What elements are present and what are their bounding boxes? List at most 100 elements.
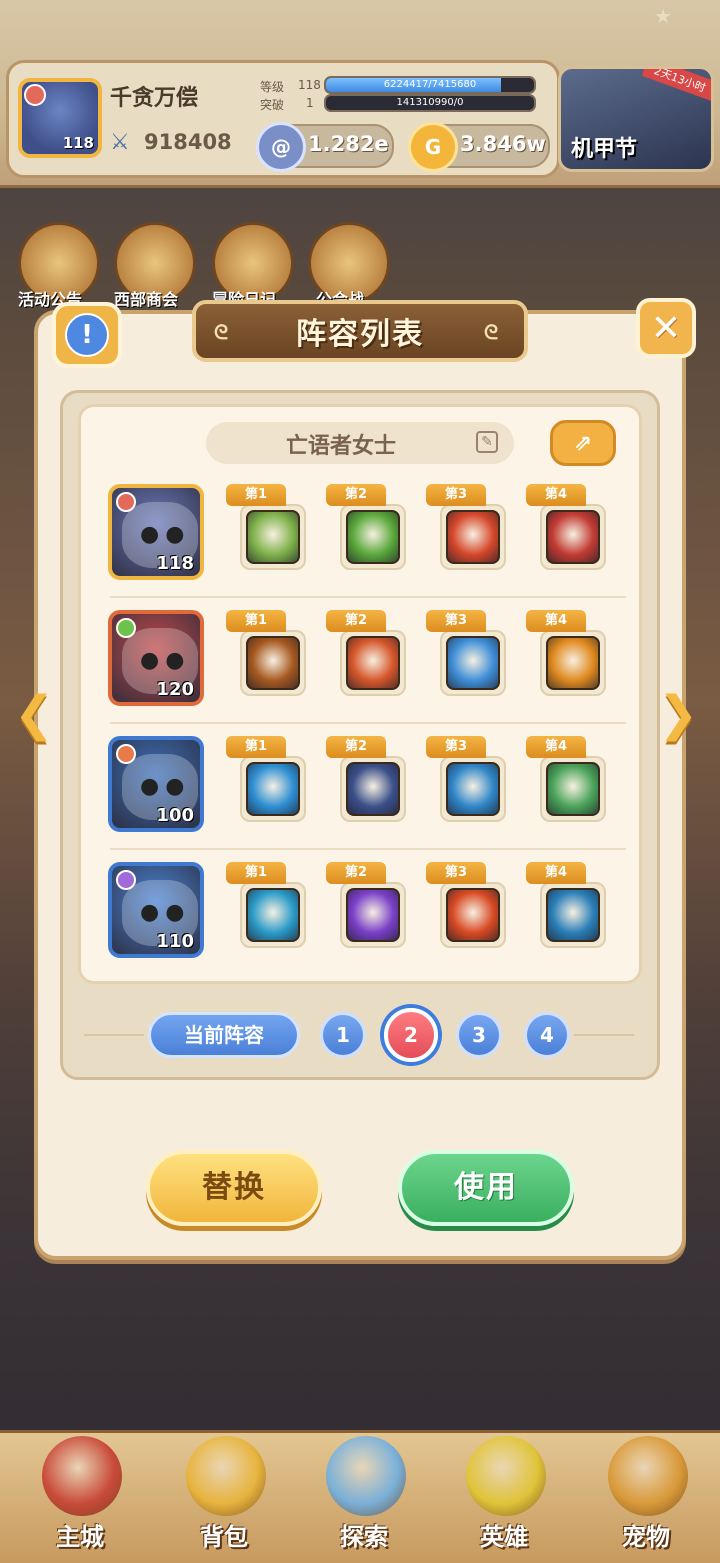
skill-order-tag: 第2 xyxy=(326,484,386,506)
skill-slot[interactable]: 第2 xyxy=(326,610,406,700)
row-divider xyxy=(110,596,626,598)
nav-icon xyxy=(466,1436,546,1516)
hero-portrait[interactable]: ●● 120 xyxy=(108,610,204,706)
nav-item[interactable]: 探索 xyxy=(304,1428,424,1558)
skill-slot[interactable]: 第4 xyxy=(526,736,606,826)
axe-skill-icon xyxy=(546,510,600,564)
skill-slot[interactable]: 第2 xyxy=(326,862,406,952)
page-button-4[interactable]: 4 xyxy=(524,1012,570,1058)
skill-order-tag: 第2 xyxy=(326,862,386,884)
skill-order-tag: 第2 xyxy=(326,610,386,632)
skill-order-tag: 第1 xyxy=(226,736,286,758)
skill-order-tag: 第3 xyxy=(426,610,486,632)
nav-icon xyxy=(326,1436,406,1516)
arcane-circle-skill-icon xyxy=(346,888,400,942)
close-icon: ✕ xyxy=(650,307,682,349)
gold-currency[interactable]: G 3.846w xyxy=(408,122,550,172)
gold-coin-icon: G xyxy=(408,122,458,172)
hero-portrait[interactable]: ●● 110 xyxy=(108,862,204,958)
hero-portrait[interactable]: ●● 100 xyxy=(108,736,204,832)
skill-order-tag: 第3 xyxy=(426,862,486,884)
nav-icon xyxy=(186,1436,266,1516)
leaf-orb-skill-icon xyxy=(246,762,300,816)
hero-eyes-icon: ●● xyxy=(140,522,191,547)
ghost-skill-icon xyxy=(446,636,500,690)
skill-slot[interactable]: 第3 xyxy=(426,610,506,700)
swirl-left-icon: ᘓ xyxy=(214,320,229,344)
share-icon: ⇗ xyxy=(573,430,593,456)
nav-item[interactable]: 主城 xyxy=(20,1428,140,1558)
skill-order-tag: 第4 xyxy=(526,862,586,884)
bg-menu-label-2: 西部商会 xyxy=(114,290,179,309)
info-button[interactable]: ! xyxy=(52,302,122,368)
skill-slot[interactable]: 第2 xyxy=(326,484,406,574)
lineup-name-field[interactable]: 亡语者女士 ✎ xyxy=(206,422,514,464)
eye-skill-icon xyxy=(246,636,300,690)
pager-divider-left xyxy=(84,1034,144,1036)
skill-order-tag: 第3 xyxy=(426,736,486,758)
share-button[interactable]: ⇗ xyxy=(550,420,616,466)
rank-value: 118 xyxy=(298,78,321,92)
prev-arrow-icon[interactable]: ❮ xyxy=(14,686,58,742)
nav-label: 背包 xyxy=(200,1523,248,1551)
event-banner[interactable]: 2天13小时 机甲节 xyxy=(558,66,714,172)
skill-slot[interactable]: 第1 xyxy=(226,862,306,952)
page-button-1[interactable]: 1 xyxy=(320,1012,366,1058)
lineup-name: 亡语者女士 xyxy=(285,434,396,459)
skill-slot[interactable]: 第4 xyxy=(526,862,606,952)
event-timer: 2天13小时 xyxy=(641,69,711,102)
page-button-2[interactable]: 2 xyxy=(384,1008,438,1062)
skill-slot[interactable]: 第4 xyxy=(526,610,606,700)
hero-eyes-icon: ●● xyxy=(140,900,191,925)
pager-divider-right xyxy=(574,1034,634,1036)
skill-order-tag: 第2 xyxy=(326,736,386,758)
swords-icon: ⚔ xyxy=(110,130,130,155)
rank-label: 等级 xyxy=(260,80,285,94)
skill-slot[interactable]: 第3 xyxy=(426,736,506,826)
star-icon: ★ xyxy=(654,4,672,28)
break-progress-bar: 141310990/0 xyxy=(324,94,536,112)
shield-gem-skill-icon xyxy=(346,510,400,564)
swirl-right-icon: ᘓ xyxy=(484,320,499,344)
gem-currency[interactable]: @ 1.282e xyxy=(256,122,394,172)
fist-skill-icon xyxy=(446,888,500,942)
modal-title-banner: ᘓ 阵容列表 ᘓ xyxy=(192,300,528,362)
edit-icon[interactable]: ✎ xyxy=(476,431,498,453)
player-avatar[interactable]: 118 xyxy=(18,78,102,158)
nav-label: 宠物 xyxy=(622,1523,670,1551)
skill-slot[interactable]: 第4 xyxy=(526,484,606,574)
nav-item[interactable]: 英雄 xyxy=(444,1428,564,1558)
campfire-skill-icon xyxy=(346,636,400,690)
current-lineup-button[interactable]: 当前阵容 xyxy=(148,1012,300,1058)
row-divider xyxy=(110,848,626,850)
close-button[interactable]: ✕ xyxy=(636,298,696,358)
skill-order-tag: 第4 xyxy=(526,610,586,632)
next-arrow-icon[interactable]: ❯ xyxy=(658,686,702,742)
element-badge-icon xyxy=(24,84,46,106)
skill-slot[interactable]: 第1 xyxy=(226,484,306,574)
rank-progress-text: 6224417/7415680 xyxy=(383,79,477,90)
nav-item[interactable]: 宠物 xyxy=(586,1428,706,1558)
page-button-3[interactable]: 3 xyxy=(456,1012,502,1058)
use-button[interactable]: 使用 xyxy=(398,1150,574,1226)
nav-label: 英雄 xyxy=(480,1523,528,1551)
skill-order-tag: 第4 xyxy=(526,736,586,758)
nav-label: 主城 xyxy=(56,1523,104,1551)
skill-slot[interactable]: 第1 xyxy=(226,736,306,826)
skill-slot[interactable]: 第1 xyxy=(226,610,306,700)
nav-icon xyxy=(608,1436,688,1516)
hero-portrait[interactable]: ●● 118 xyxy=(108,484,204,580)
skill-slot[interactable]: 第3 xyxy=(426,484,506,574)
break-progress-text: 141310990/0 xyxy=(396,97,464,108)
nav-item[interactable]: 背包 xyxy=(164,1428,284,1558)
exclamation-icon: ! xyxy=(65,313,109,357)
fire-bomb-skill-icon xyxy=(446,510,500,564)
guardian-skill-icon xyxy=(446,762,500,816)
skill-order-tag: 第1 xyxy=(226,484,286,506)
skill-slot[interactable]: 第3 xyxy=(426,862,506,952)
flame-dragon-skill-icon xyxy=(546,636,600,690)
skill-slot[interactable]: 第2 xyxy=(326,736,406,826)
flower-skill-icon xyxy=(546,762,600,816)
row-divider xyxy=(110,722,626,724)
replace-button[interactable]: 替换 xyxy=(146,1150,322,1226)
